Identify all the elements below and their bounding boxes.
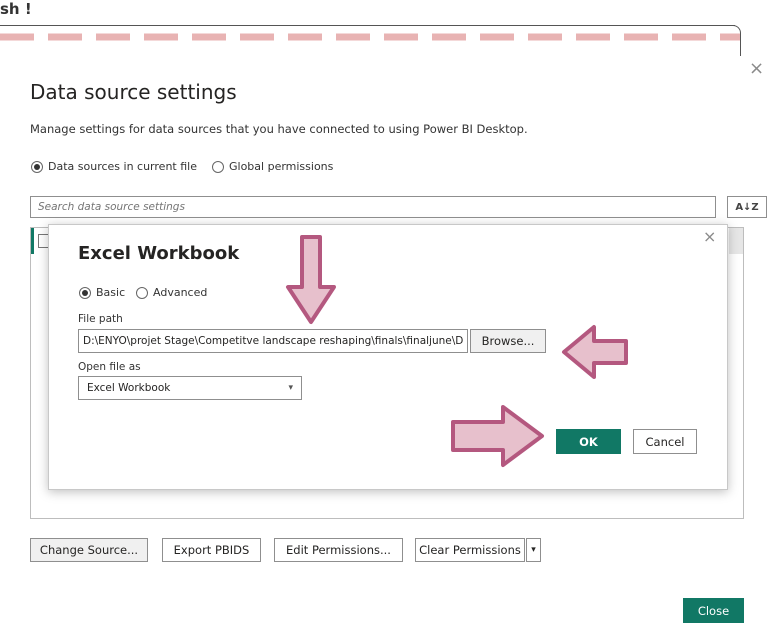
search-input[interactable] [36, 200, 710, 214]
overlay-text: sh ! [0, 0, 32, 18]
annotation-arrow-left-icon [562, 325, 628, 379]
export-pbids-button[interactable]: Export PBIDS [162, 538, 261, 562]
open-file-as-select[interactable]: Excel Workbook ▾ [78, 376, 302, 400]
radio-label: Data sources in current file [48, 160, 197, 173]
edit-permissions-button[interactable]: Edit Permissions... [274, 538, 403, 562]
clear-permissions-button[interactable]: Clear Permissions [415, 538, 525, 562]
dialog-title: Data source settings [30, 80, 237, 104]
radio-basic[interactable]: Basic [79, 286, 125, 299]
search-box[interactable] [30, 196, 716, 218]
chevron-down-icon: ▾ [531, 545, 536, 555]
sort-az-icon: A↓Z [735, 201, 759, 213]
close-button[interactable]: Close [683, 598, 744, 623]
close-icon[interactable]: × [749, 60, 764, 78]
chevron-down-icon: ▾ [288, 383, 293, 393]
sort-az-button[interactable]: A↓Z [727, 196, 767, 218]
radio-advanced[interactable]: Advanced [136, 286, 207, 299]
radio-label: Global permissions [229, 160, 334, 173]
change-source-button[interactable]: Change Source... [30, 538, 148, 562]
radio-label: Advanced [153, 286, 208, 299]
cancel-button[interactable]: Cancel [633, 429, 697, 454]
ok-button[interactable]: OK [556, 429, 621, 454]
radio-selected-icon [31, 160, 43, 173]
file-path-input[interactable] [83, 335, 463, 347]
dialog-description: Manage settings for data sources that yo… [30, 122, 528, 136]
dashed-separator [0, 33, 740, 41]
frame-line [0, 25, 735, 26]
annotation-arrow-down-icon [286, 235, 336, 324]
list-selection-accent [31, 228, 34, 254]
annotation-arrow-right-icon [451, 405, 544, 467]
radio-current-file[interactable]: Data sources in current file [31, 160, 197, 173]
excel-dialog-title: Excel Workbook [78, 243, 240, 264]
radio-selected-icon [79, 286, 91, 299]
select-value: Excel Workbook [87, 382, 171, 394]
list-scrollbar[interactable] [729, 228, 743, 254]
radio-unselected-icon [212, 160, 224, 173]
file-path-label: File path [78, 313, 123, 325]
excel-close-icon[interactable]: × [703, 229, 716, 245]
radio-unselected-icon [136, 286, 148, 299]
file-path-field[interactable] [78, 329, 468, 353]
radio-label: Basic [96, 286, 126, 299]
browse-button[interactable]: Browse... [470, 329, 546, 353]
radio-global-permissions[interactable]: Global permissions [212, 160, 333, 173]
clear-permissions-dropdown[interactable]: ▾ [526, 538, 541, 562]
open-file-as-label: Open file as [78, 361, 141, 373]
